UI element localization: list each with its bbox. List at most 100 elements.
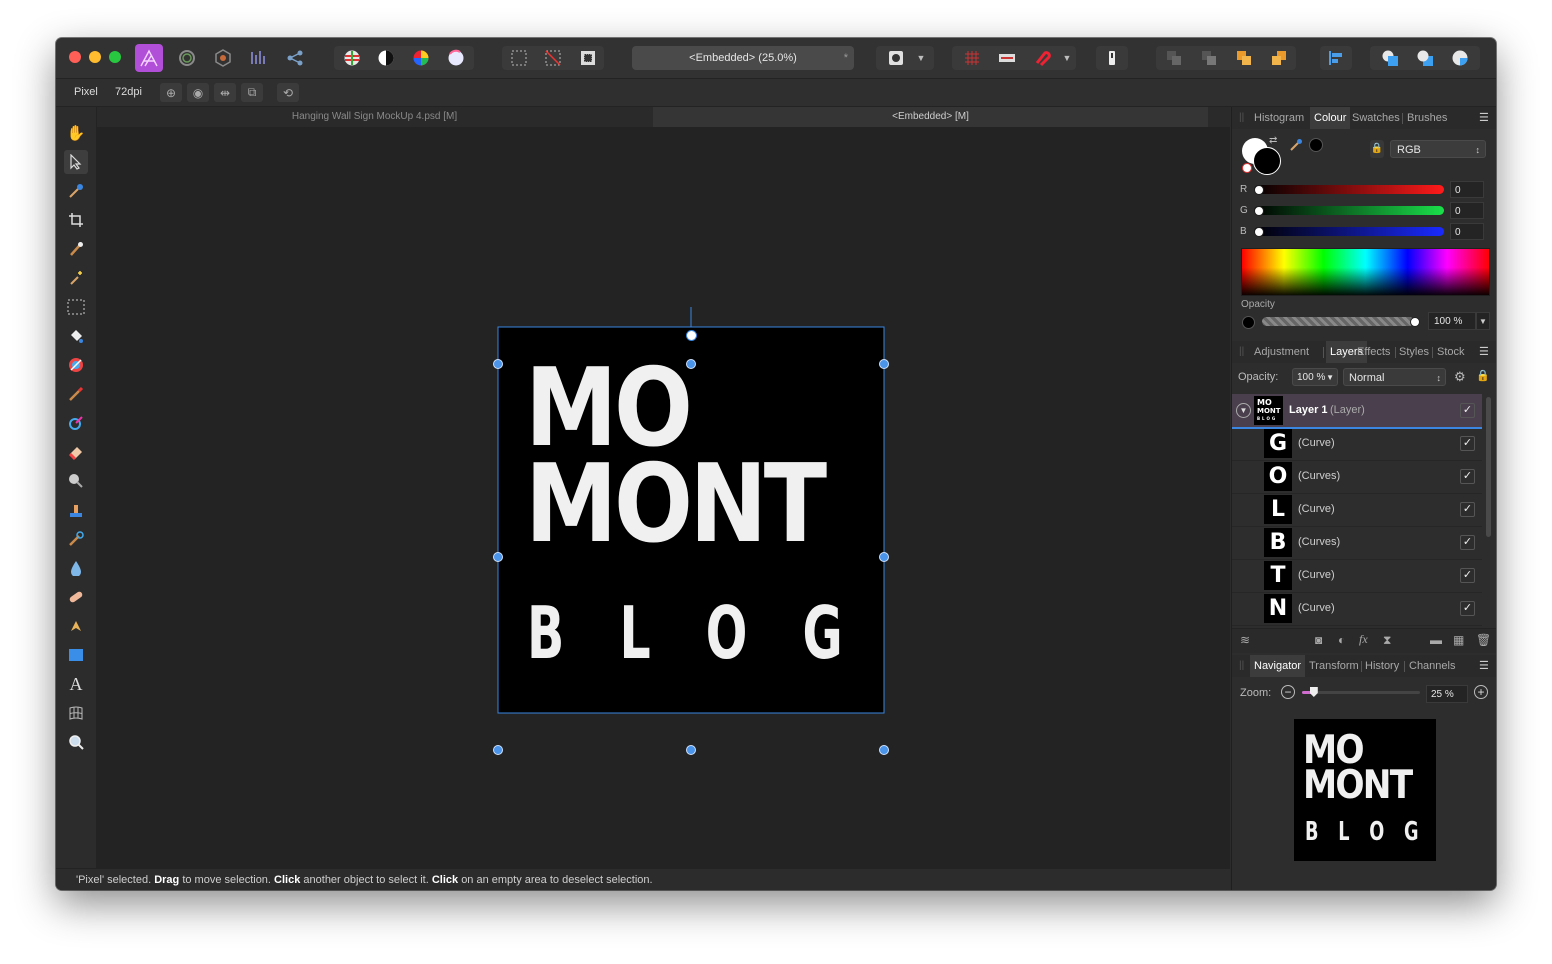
align-icon[interactable] [1324,47,1348,69]
adjustment-layer-icon[interactable]: ◐ [1338,633,1345,647]
intersect-shape-icon[interactable] [1448,47,1472,69]
subtract-shape-icon[interactable] [1413,47,1437,69]
tab-histogram[interactable]: Histogram [1254,107,1304,129]
tab-history[interactable]: History [1365,655,1399,677]
view-hand-tool-icon[interactable]: ✋ [64,121,88,145]
red-value-field[interactable]: 0 [1450,181,1484,198]
move-back-icon[interactable] [1162,47,1186,69]
colour-mode-select[interactable]: RGB ↕ [1390,140,1486,158]
layer-row-parent[interactable]: ▼ MO MONT BLOG Layer 1 (Layer) ✓ [1232,394,1482,429]
text-tool-icon[interactable]: A [64,672,88,696]
visibility-checkbox[interactable]: ✓ [1460,403,1475,418]
green-slider-knob[interactable] [1254,206,1264,216]
navigator-preview[interactable]: MO MONT B L O G [1294,719,1436,861]
quick-mask-icon[interactable] [884,47,908,69]
crop-tool-icon[interactable] [64,208,88,232]
swap-colours-icon[interactable]: ⇄ [1269,135,1277,146]
tab-hanging-wall-sign[interactable]: Hanging Wall Sign MockUp 4.psd [M] [97,107,652,127]
green-slider[interactable] [1254,206,1444,215]
marquee-tool-icon[interactable] [64,295,88,319]
snapping-magnet-icon[interactable] [1030,47,1054,69]
blue-slider-knob[interactable] [1254,227,1264,237]
visibility-checkbox[interactable]: ✓ [1460,436,1475,451]
white-balance-icon[interactable] [444,47,468,69]
tab-stock[interactable]: Stock [1437,341,1465,363]
blue-slider[interactable] [1254,227,1444,236]
panel-menu-icon[interactable]: ☰ [1479,345,1489,358]
zoom-tool-icon[interactable] [64,730,88,754]
guides-icon[interactable] [995,47,1019,69]
resize-handle-top-right[interactable] [879,359,889,369]
opacity-slider-knob[interactable] [1410,317,1420,327]
eyedropper-icon[interactable] [1289,138,1303,157]
layers-stack-icon[interactable]: ≋ [1240,633,1250,647]
green-value-field[interactable]: 0 [1450,202,1484,219]
dodge-tool-icon[interactable] [64,469,88,493]
gear-icon[interactable]: ⚙ [1454,369,1466,385]
chevron-down-icon[interactable]: ▼ [1058,47,1076,69]
tab-transform[interactable]: Transform [1309,655,1359,677]
deselect-icon[interactable] [541,47,565,69]
blue-value-field[interactable]: 0 [1450,223,1484,240]
color-replacement-tool-icon[interactable] [64,411,88,435]
tab-colour[interactable]: Colour [1310,107,1351,129]
red-slider-knob[interactable] [1254,185,1264,195]
blend-mode-select[interactable]: Normal ↕ [1343,368,1446,386]
clone-tool-icon[interactable] [64,498,88,522]
show-origin-icon[interactable]: ◉ [187,83,209,102]
visibility-checkbox[interactable]: ✓ [1460,502,1475,517]
move-forward-icon[interactable] [1232,47,1256,69]
mesh-warp-tool-icon[interactable] [64,701,88,725]
layers-scrollbar[interactable] [1486,397,1491,537]
colour-spectrum[interactable] [1241,248,1490,296]
lock-children-icon[interactable]: ⧉ [241,83,263,102]
resize-handle-top[interactable] [686,359,696,369]
picked-colour-swatch[interactable] [1309,138,1323,152]
visibility-checkbox[interactable]: ✓ [1460,568,1475,583]
drag-grip-icon[interactable]: || [1239,112,1244,123]
resize-handle-left[interactable] [493,552,503,562]
inpainting-tool-icon[interactable] [64,585,88,609]
rotate-transform-icon[interactable]: ⟲ [277,83,299,102]
rectangle-tool-icon[interactable] [64,643,88,667]
move-tool-icon[interactable] [64,150,88,174]
resize-handle-top-left[interactable] [493,359,503,369]
tab-swatches[interactable]: Swatches [1352,107,1400,129]
move-backward-icon[interactable] [1197,47,1221,69]
lock-icon[interactable]: 🔒 [1476,369,1490,382]
fx-icon[interactable]: fx [1359,632,1368,647]
export-persona-icon[interactable] [283,47,307,69]
red-slider[interactable] [1254,185,1444,194]
transform-origin-icon[interactable]: ⊕ [160,83,182,102]
secondary-colour-well[interactable] [1253,147,1281,175]
levels-icon[interactable] [340,47,364,69]
gradient-tool-icon[interactable] [64,353,88,377]
drag-grip-icon[interactable]: || [1239,660,1244,671]
layer-row-child[interactable]: L (Curve) ✓ [1232,493,1482,527]
visibility-checkbox[interactable]: ✓ [1460,535,1475,550]
chevron-down-icon[interactable]: ▼ [912,47,930,69]
live-filter-icon[interactable]: ⧗ [1383,633,1391,648]
tab-brushes[interactable]: Brushes [1407,107,1447,129]
tab-effects[interactable]: Effects [1357,341,1390,363]
no-colour-icon[interactable] [1242,163,1252,173]
visibility-checkbox[interactable]: ✓ [1460,469,1475,484]
resize-handle-bottom[interactable] [686,745,696,755]
layer-row-child[interactable]: O (Curves) ✓ [1232,460,1482,494]
drag-grip-icon[interactable]: || [1239,346,1244,357]
flood-fill-tool-icon[interactable] [64,324,88,348]
black-white-icon[interactable] [374,47,398,69]
opacity-slider[interactable] [1262,317,1414,326]
tab-channels[interactable]: Channels [1409,655,1455,677]
document-title-field[interactable]: <Embedded> (25.0%) * [632,46,854,70]
paint-brush-tool-icon[interactable] [64,382,88,406]
zoom-in-icon[interactable]: + [1474,685,1488,699]
zoom-value-field[interactable]: 25 % [1426,685,1468,703]
flood-select-tool-icon[interactable] [64,266,88,290]
develop-persona-icon[interactable] [211,47,235,69]
selection-brush-tool-icon[interactable] [64,237,88,261]
panel-menu-icon[interactable]: ☰ [1479,111,1489,124]
assistant-icon[interactable] [1100,47,1124,69]
zoom-slider[interactable] [1302,691,1420,694]
layer-opacity-select[interactable]: 100 % ▼ [1292,368,1338,386]
